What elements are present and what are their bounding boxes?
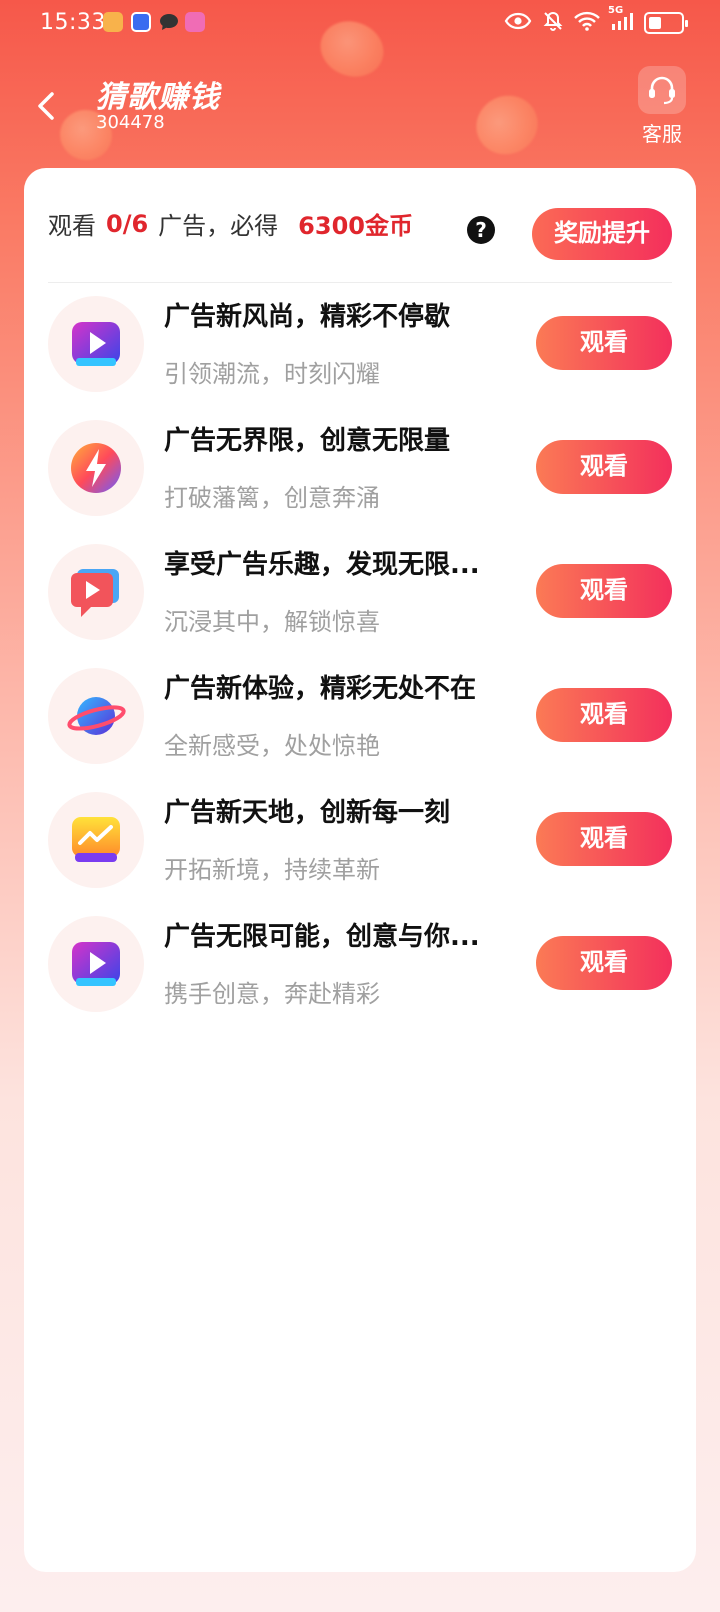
- battery-icon: [644, 12, 688, 34]
- watch-ad-button[interactable]: 观看: [536, 812, 672, 866]
- planet-icon: [48, 668, 144, 764]
- summary-middle: 广告，必得: [158, 212, 279, 240]
- notification-app-icon: [185, 12, 205, 32]
- reward-amount: 6300金币: [298, 212, 413, 240]
- ad-task-item: 广告新天地，创新每一刻 开拓新境，持续革新 观看: [24, 792, 696, 912]
- ad-task-title: 广告新天地，创新每一刻: [164, 798, 451, 828]
- ad-task-title: 广告新风尚，精彩不停歇: [164, 302, 451, 332]
- watch-ad-button[interactable]: 观看: [536, 936, 672, 990]
- reward-summary: 观看 0/6 广告，必得 6300金币: [48, 206, 508, 241]
- watch-ad-button[interactable]: 观看: [536, 440, 672, 494]
- signal-icon: 5G: [608, 5, 634, 35]
- status-bar: 15:33 5G: [0, 0, 720, 48]
- ad-task-item: 广告无限可能，创意与你... 携手创意，奔赴精彩 观看: [24, 916, 696, 1036]
- notification-app-icon: [103, 12, 123, 32]
- ad-task-item: 广告无界限，创意无限量 打破藩篱，创意奔涌 观看: [24, 420, 696, 540]
- network-type-label: 5G: [608, 5, 624, 16]
- chat-bubble-icon: [158, 12, 180, 36]
- headset-icon: [638, 66, 686, 114]
- ad-task-subtitle: 携手创意，奔赴精彩: [164, 980, 380, 1008]
- divider: [48, 282, 672, 283]
- video-play-icon: [48, 296, 144, 392]
- status-time: 15:33: [40, 10, 106, 35]
- chevron-left-icon: [38, 92, 54, 120]
- ad-task-title: 享受广告乐趣，发现无限...: [164, 550, 480, 580]
- ad-task-subtitle: 全新感受，处处惊艳: [164, 732, 380, 760]
- ad-task-subtitle: 引领潮流，时刻闪耀: [164, 360, 380, 388]
- ad-task-title: 广告新体验，精彩无处不在: [164, 674, 477, 704]
- task-card: 观看 0/6 广告，必得 6300金币 ? 奖励提升 广告新风尚，精彩不停歇 引…: [24, 168, 696, 1572]
- wifi-icon: [574, 11, 600, 35]
- video-play-icon: [48, 916, 144, 1012]
- chart-trend-icon: [48, 792, 144, 888]
- reward-boost-button[interactable]: 奖励提升: [532, 208, 672, 260]
- ad-task-subtitle: 打破藩篱，创意奔涌: [164, 484, 380, 512]
- ad-task-title: 广告无界限，创意无限量: [164, 426, 451, 456]
- ad-task-subtitle: 开拓新境，持续革新: [164, 856, 380, 884]
- ad-task-subtitle: 沉浸其中，解锁惊喜: [164, 608, 380, 636]
- decorative-coin: [466, 85, 548, 165]
- ad-task-title: 广告无限可能，创意与你...: [164, 922, 480, 952]
- ad-task-item: 广告新体验，精彩无处不在 全新感受，处处惊艳 观看: [24, 668, 696, 788]
- ad-task-item: 享受广告乐趣，发现无限... 沉浸其中，解锁惊喜 观看: [24, 544, 696, 664]
- ad-task-item: 广告新风尚，精彩不停歇 引领潮流，时刻闪耀 观看: [24, 296, 696, 416]
- eye-icon: [504, 12, 532, 34]
- watch-progress: 0/6: [106, 209, 149, 238]
- back-button[interactable]: [30, 86, 66, 126]
- watch-ad-button[interactable]: 观看: [536, 316, 672, 370]
- lightning-icon: [48, 420, 144, 516]
- watch-ad-button[interactable]: 观看: [536, 564, 672, 618]
- page-title: 猜歌赚钱: [96, 80, 220, 115]
- page-subtitle: 304478: [96, 112, 165, 133]
- video-bubble-icon: [48, 544, 144, 640]
- watch-ad-button[interactable]: 观看: [536, 688, 672, 742]
- customer-service-button[interactable]: 客服: [634, 66, 690, 147]
- mute-bell-icon: [542, 10, 564, 36]
- notification-app-icon: [131, 12, 151, 32]
- summary-prefix: 观看: [48, 212, 96, 240]
- customer-service-label: 客服: [642, 122, 682, 146]
- help-icon[interactable]: ?: [467, 216, 495, 244]
